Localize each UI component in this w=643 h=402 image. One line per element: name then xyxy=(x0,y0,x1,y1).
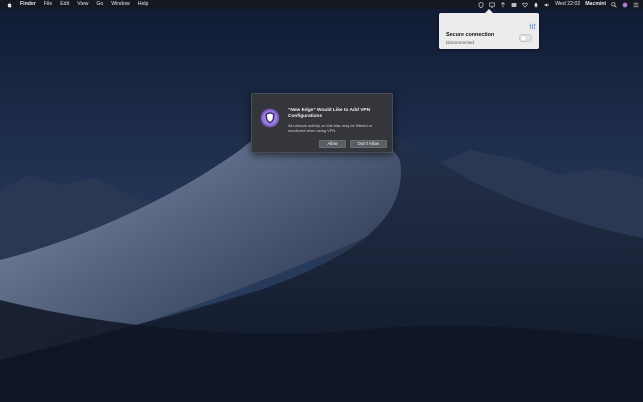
cloud-upload-icon[interactable] xyxy=(500,1,506,8)
menu-file[interactable]: File xyxy=(44,0,52,9)
dont-allow-button[interactable]: Don’t Allow xyxy=(350,140,387,148)
desktop-wallpaper xyxy=(0,0,643,402)
allow-button[interactable]: Allow xyxy=(319,140,346,148)
siri-icon[interactable] xyxy=(622,2,628,8)
popover-title: Secure connection xyxy=(446,32,495,38)
vpn-permission-dialog: “New Edge” Would Like to Add VPN Configu… xyxy=(251,93,393,153)
menubar-user[interactable]: Macmini xyxy=(585,0,606,9)
volume-icon[interactable] xyxy=(544,2,550,8)
app-shield-icon xyxy=(260,108,280,128)
flag-icon[interactable] xyxy=(511,2,517,8)
vpn-connect-toggle[interactable] xyxy=(519,34,532,42)
menu-finder[interactable]: Finder xyxy=(20,0,36,9)
vpn-popover: Secure connection Disconnected xyxy=(439,9,539,49)
connection-status: Disconnected xyxy=(446,39,474,45)
menu-view[interactable]: View xyxy=(77,0,88,9)
heart-icon[interactable] xyxy=(522,2,528,8)
vpn-shield-icon[interactable] xyxy=(478,1,484,8)
settings-sliders-icon[interactable] xyxy=(529,17,536,30)
menu-edit[interactable]: Edit xyxy=(60,0,69,9)
menu-window[interactable]: Window xyxy=(111,0,129,9)
dialog-message: All network activity on this Mac may be … xyxy=(288,123,373,133)
menu-go[interactable]: Go xyxy=(96,0,103,9)
toggle-knob xyxy=(521,35,526,41)
menubar-clock[interactable]: Wed 22:02 xyxy=(555,0,580,9)
menu-help[interactable]: Help xyxy=(138,0,149,9)
dialog-title: “New Edge” Would Like to Add VPN Configu… xyxy=(288,108,371,119)
apple-icon[interactable] xyxy=(6,0,12,9)
spotlight-search-icon[interactable] xyxy=(611,1,617,8)
notification-center-icon[interactable] xyxy=(633,2,639,8)
bell-icon[interactable] xyxy=(533,2,539,8)
menu-bar: Finder File Edit View Go Window Help Wed… xyxy=(0,0,643,9)
display-icon[interactable] xyxy=(489,2,495,8)
